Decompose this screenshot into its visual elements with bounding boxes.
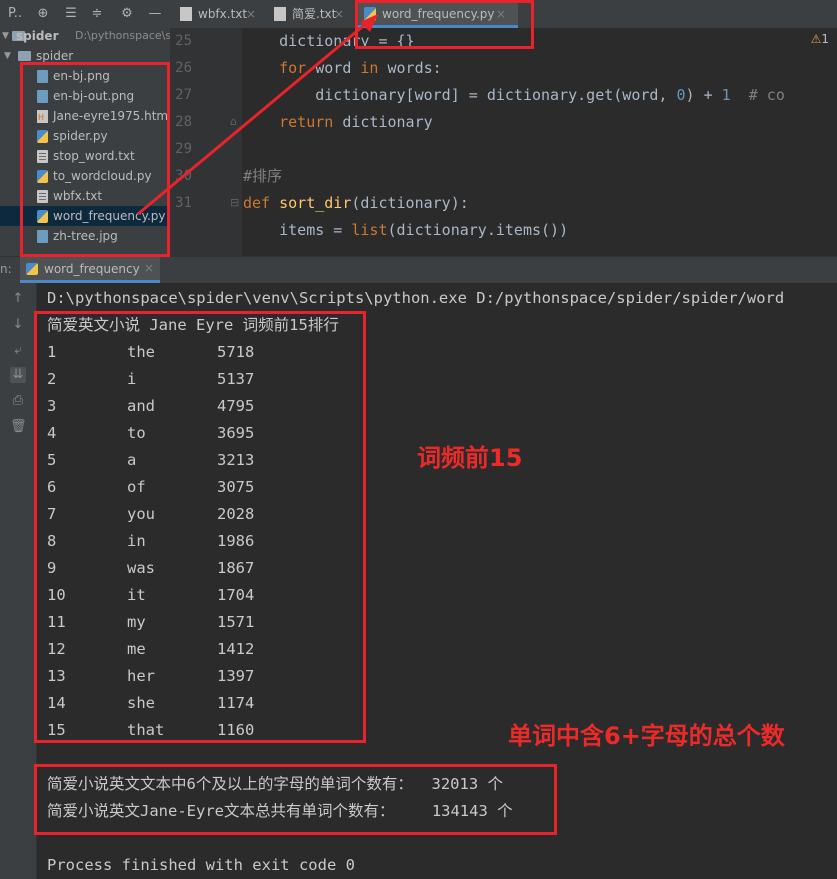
annotation-label-top15: 词频前15 (417, 444, 523, 472)
annotation-label-six-plus: 单词中含6+字母的总个数 (508, 722, 785, 750)
